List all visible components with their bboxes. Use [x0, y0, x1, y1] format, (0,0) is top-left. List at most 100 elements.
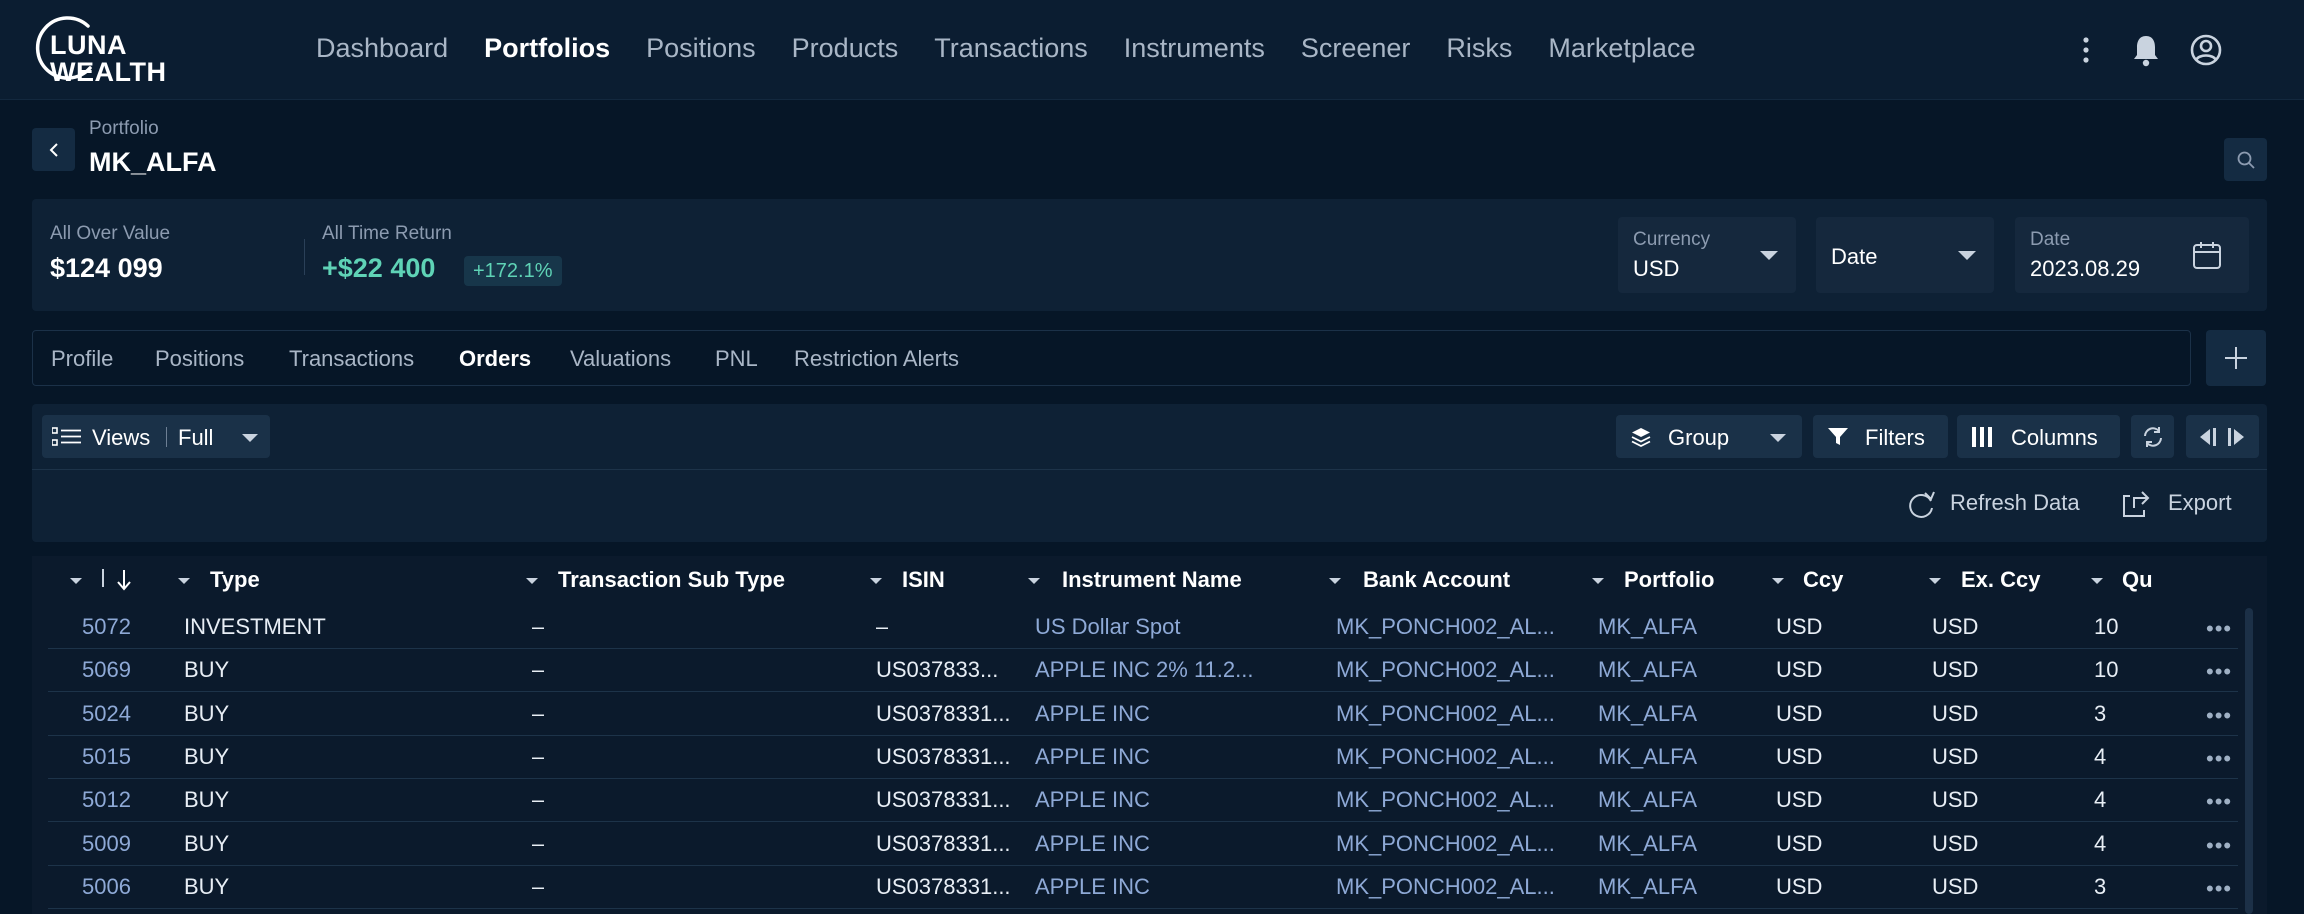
column-header-type[interactable]: Type: [210, 567, 260, 593]
nav-item-screener[interactable]: Screener: [1301, 30, 1411, 66]
cell-bank-account[interactable]: MK_PONCH002_AL...: [1336, 744, 1555, 770]
vertical-scrollbar[interactable]: [2245, 608, 2253, 914]
column-menu-icon[interactable]: [526, 578, 538, 584]
tab-valuations[interactable]: Valuations: [570, 346, 671, 372]
row-actions-menu-icon[interactable]: •••: [2206, 659, 2232, 685]
sync-icon: [2144, 427, 2162, 447]
table-row[interactable]: 5006 BUY – US0378331... APPLE INC MK_PONCH002…: [48, 866, 2238, 909]
cell-instrument-name[interactable]: APPLE INC: [1035, 744, 1150, 770]
date-picker[interactable]: Date 2023.08.29: [2015, 217, 2249, 293]
row-actions-menu-icon[interactable]: •••: [2206, 616, 2232, 642]
cell-id[interactable]: 5012: [82, 787, 131, 813]
cell-portfolio[interactable]: MK_ALFA: [1598, 614, 1697, 640]
table-row[interactable]: 5009 BUY – US0378331... APPLE INC MK_PONCH002…: [48, 823, 2238, 866]
cell-instrument-name[interactable]: APPLE INC: [1035, 831, 1150, 857]
column-header-instrument-name[interactable]: Instrument Name: [1062, 567, 1242, 593]
nav-item-positions[interactable]: Positions: [646, 30, 756, 66]
search-button[interactable]: [2224, 138, 2267, 181]
column-header-quantity[interactable]: Qu: [2122, 567, 2182, 593]
row-actions-menu-icon[interactable]: •••: [2206, 876, 2232, 902]
column-menu-icon[interactable]: [1028, 578, 1040, 584]
cell-id[interactable]: 5024: [82, 701, 131, 727]
table-header: Type Transaction Sub Type ISIN Instrumen…: [32, 556, 2267, 606]
filters-button[interactable]: Filters: [1813, 415, 1948, 458]
column-header-ccy[interactable]: Ccy: [1803, 567, 1843, 593]
table-row[interactable]: 5072 INVESTMENT – – US Dollar Spot MK_PONCH00…: [48, 606, 2238, 649]
cell-portfolio[interactable]: MK_ALFA: [1598, 787, 1697, 813]
cell-portfolio[interactable]: MK_ALFA: [1598, 744, 1697, 770]
tab-profile[interactable]: Profile: [51, 346, 113, 372]
resize-columns-button[interactable]: [2186, 415, 2259, 458]
bell-icon[interactable]: [2126, 30, 2166, 70]
column-menu-icon[interactable]: [1592, 578, 1604, 584]
columns-button[interactable]: Columns: [1957, 415, 2120, 458]
cell-portfolio[interactable]: MK_ALFA: [1598, 874, 1697, 900]
column-header-ex-ccy[interactable]: Ex. Ccy: [1961, 567, 2041, 593]
table-row[interactable]: 5024 BUY – US0378331... APPLE INC MK_PONCH002…: [48, 693, 2238, 736]
cell-bank-account[interactable]: MK_PONCH002_AL...: [1336, 874, 1555, 900]
breadcrumb[interactable]: Portfolio: [89, 118, 159, 140]
cell-bank-account[interactable]: MK_PONCH002_AL...: [1336, 787, 1555, 813]
tab-positions[interactable]: Positions: [155, 346, 244, 372]
back-button[interactable]: [32, 128, 75, 171]
nav-item-products[interactable]: Products: [792, 30, 899, 66]
tab-transactions[interactable]: Transactions: [289, 346, 414, 372]
nav-item-portfolios[interactable]: Portfolios: [484, 30, 610, 66]
cell-id[interactable]: 5015: [82, 744, 131, 770]
column-menu-icon[interactable]: [178, 578, 190, 584]
table-row[interactable]: 5069 BUY – US037833... APPLE INC 2% 11.2... M…: [48, 649, 2238, 693]
cell-portfolio[interactable]: MK_ALFA: [1598, 831, 1697, 857]
column-header-bank-account[interactable]: Bank Account: [1363, 567, 1510, 593]
column-header-transaction-sub-type[interactable]: Transaction Sub Type: [558, 567, 785, 593]
user-circle-icon[interactable]: [2186, 30, 2226, 70]
cell-id[interactable]: 5006: [82, 874, 131, 900]
calendar-icon[interactable]: [2191, 239, 2223, 271]
cell-instrument-name[interactable]: APPLE INC: [1035, 701, 1150, 727]
column-header-portfolio[interactable]: Portfolio: [1624, 567, 1714, 593]
sort-descending-icon[interactable]: [116, 568, 132, 592]
cell-bank-account[interactable]: MK_PONCH002_AL...: [1336, 657, 1555, 683]
cell-instrument-name[interactable]: APPLE INC 2% 11.2...: [1035, 657, 1253, 683]
column-menu-icon[interactable]: [2091, 578, 2103, 584]
cell-bank-account[interactable]: MK_PONCH002_AL...: [1336, 701, 1555, 727]
tab-orders[interactable]: Orders: [459, 346, 531, 372]
row-actions-menu-icon[interactable]: •••: [2206, 789, 2232, 815]
date-mode-select[interactable]: Date: [1816, 217, 1994, 293]
cell-portfolio[interactable]: MK_ALFA: [1598, 657, 1697, 683]
views-select[interactable]: Views Full: [42, 415, 270, 458]
cell-id[interactable]: 5009: [82, 831, 131, 857]
add-tab-button[interactable]: [2206, 330, 2266, 386]
row-actions-menu-icon[interactable]: •••: [2206, 703, 2232, 729]
cell-id[interactable]: 5069: [82, 657, 131, 683]
cell-bank-account[interactable]: MK_PONCH002_AL...: [1336, 831, 1555, 857]
cell-ex-ccy: USD: [1932, 830, 1979, 856]
cell-id[interactable]: 5072: [82, 614, 131, 640]
luna-wealth-logo[interactable]: LUNA WEALTH: [30, 16, 170, 86]
nav-item-dashboard[interactable]: Dashboard: [316, 30, 448, 66]
table-row[interactable]: 5012 BUY – US0378331... APPLE INC MK_PONCH002…: [48, 779, 2238, 823]
group-button[interactable]: Group: [1616, 415, 1802, 458]
column-menu-icon[interactable]: [1929, 578, 1941, 584]
table-row[interactable]: 5015 BUY – US0378331... APPLE INC MK_PONCH002…: [48, 736, 2238, 779]
nav-item-risks[interactable]: Risks: [1446, 30, 1512, 66]
column-header-isin[interactable]: ISIN: [902, 567, 945, 593]
nav-item-transactions[interactable]: Transactions: [934, 30, 1088, 66]
tab-pnl[interactable]: PNL: [715, 346, 758, 372]
column-menu-icon[interactable]: [1772, 578, 1784, 584]
row-actions-menu-icon[interactable]: •••: [2206, 746, 2232, 772]
column-menu-icon[interactable]: [1329, 578, 1341, 584]
tab-restriction-alerts[interactable]: Restriction Alerts: [794, 346, 959, 372]
sort-menu-icon[interactable]: [70, 578, 82, 584]
nav-item-marketplace[interactable]: Marketplace: [1548, 30, 1695, 66]
row-actions-menu-icon[interactable]: •••: [2206, 833, 2232, 859]
reset-button[interactable]: [2131, 415, 2174, 458]
cell-instrument-name[interactable]: APPLE INC: [1035, 874, 1150, 900]
cell-portfolio[interactable]: MK_ALFA: [1598, 701, 1697, 727]
nav-item-instruments[interactable]: Instruments: [1124, 30, 1265, 66]
cell-instrument-name[interactable]: US Dollar Spot: [1035, 614, 1181, 640]
cell-instrument-name[interactable]: APPLE INC: [1035, 787, 1150, 813]
cell-bank-account[interactable]: MK_PONCH002_AL...: [1336, 614, 1555, 640]
currency-select[interactable]: Currency USD: [1618, 217, 1796, 293]
more-vertical-icon[interactable]: [2066, 30, 2106, 70]
column-menu-icon[interactable]: [870, 578, 882, 584]
